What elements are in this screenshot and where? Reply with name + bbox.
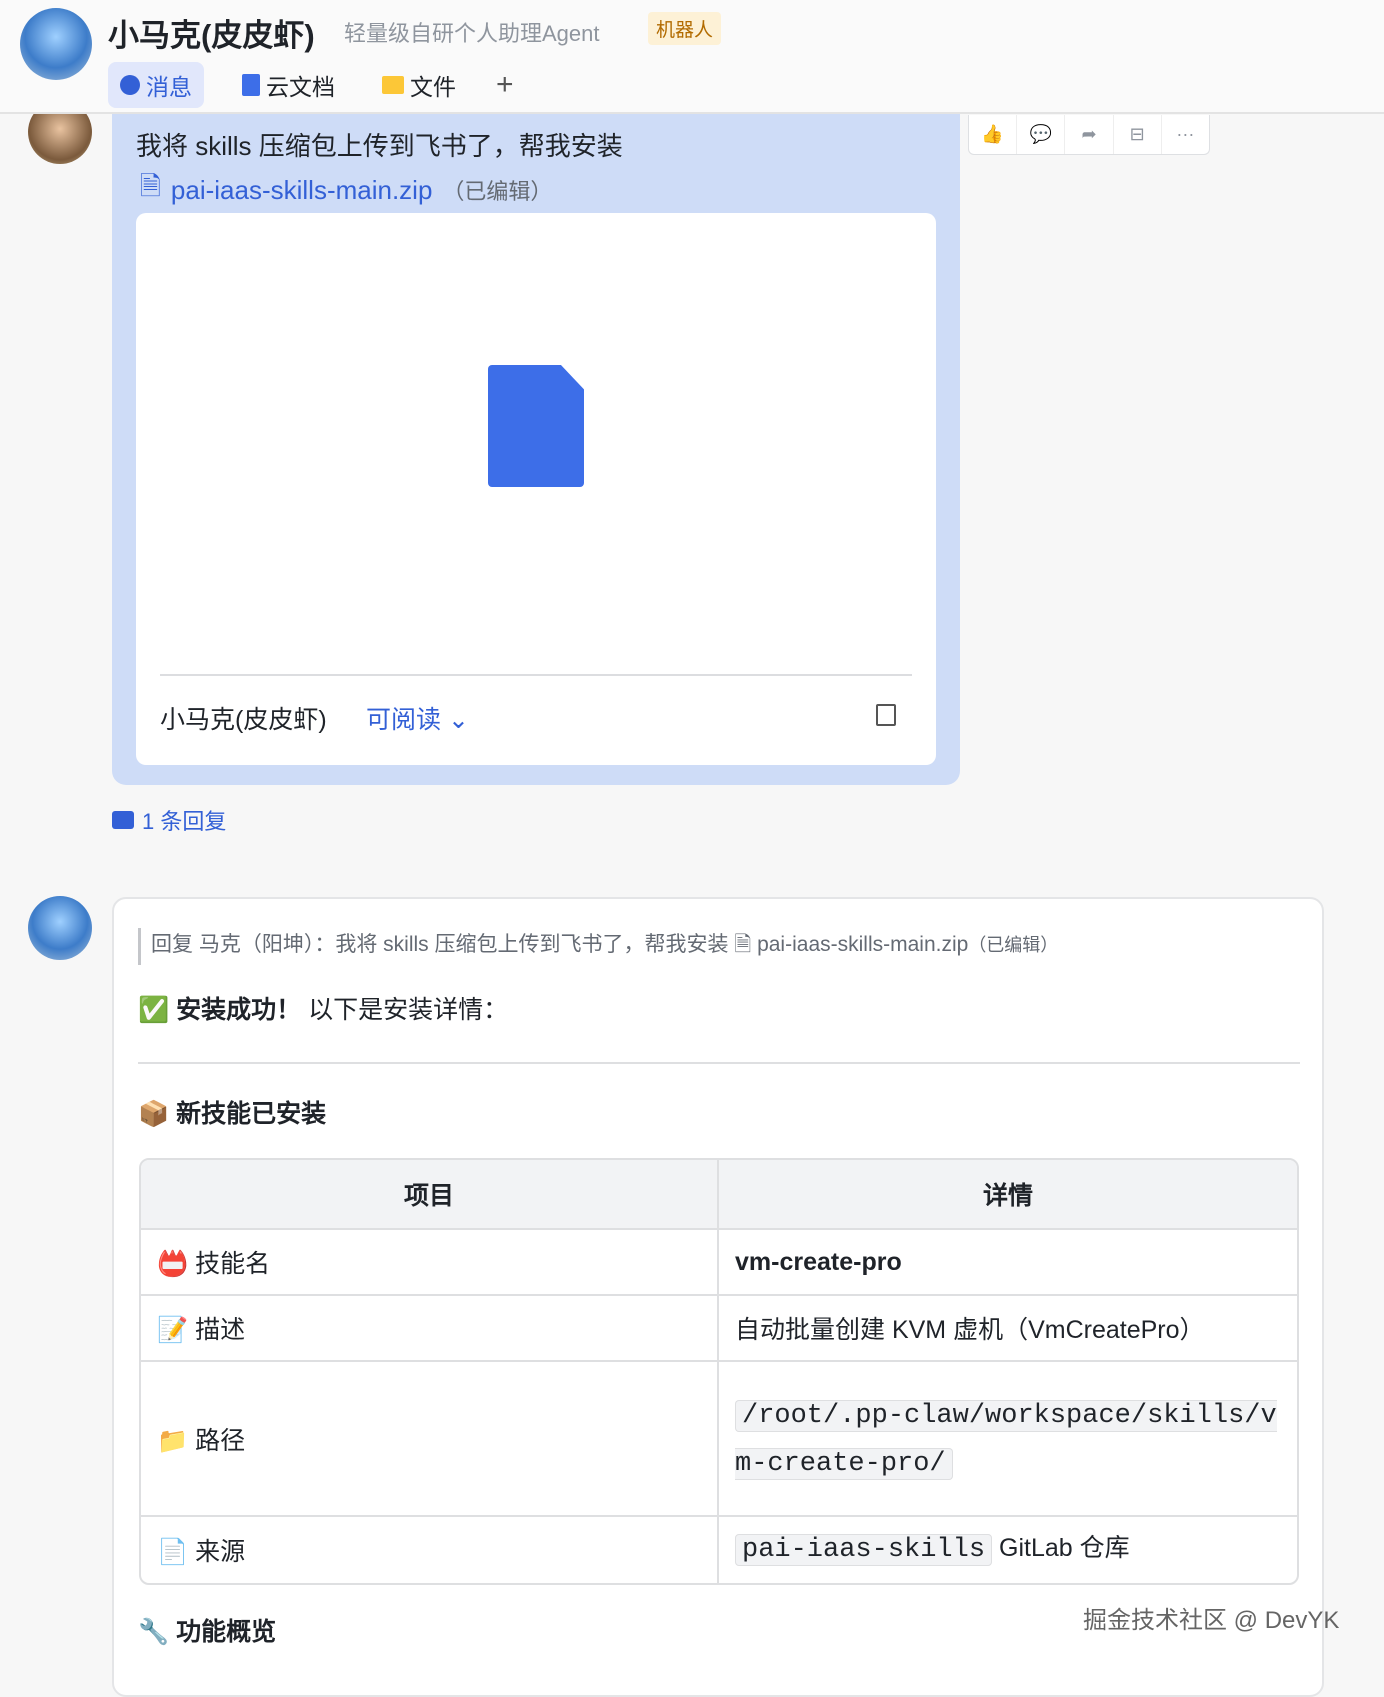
section-heading: 🔧 功能概览	[138, 1612, 276, 1648]
section-heading: 📦 新技能已安装	[138, 1094, 326, 1130]
quote-file: pai-iaas-skills-main.zip	[757, 933, 969, 956]
row-value: 自动批量创建 KVM 虚机（VmCreatePro）	[735, 1316, 1205, 1344]
memo-icon: 📝	[157, 1316, 189, 1344]
chat-title: 小马克(皮皮虾)	[108, 18, 315, 53]
success-line: ✅ 安装成功！ 以下是安装详情：	[138, 990, 508, 1026]
reply-count: 1 条回复	[142, 809, 227, 834]
watermark: 掘金技术社区 @ DevYK	[1083, 1607, 1340, 1634]
edited-label: （已编辑）	[442, 179, 553, 204]
row-value: GitLab 仓库	[992, 1533, 1130, 1562]
page-icon: 📄	[157, 1538, 189, 1566]
forward-icon[interactable]: ➦	[1065, 115, 1114, 154]
table-row: 📛 技能名 vm-create-pro	[141, 1230, 1297, 1296]
package-icon: 📦	[138, 1100, 170, 1128]
skill-table: 项目 详情 📛 技能名 vm-create-pro 📝 描述 自动批量创建 KVM 虚…	[139, 1158, 1299, 1585]
path-code: /root/.pp-claw/workspace/skills/vm-creat…	[735, 1399, 1277, 1480]
reply-quote[interactable]: 回复 马克（阳坤）：我将 skills 压缩包上传到飞书了，帮我安装 🗎 pai…	[138, 928, 1058, 965]
folder-icon	[382, 76, 404, 94]
divider	[138, 1062, 1300, 1064]
row-key: 路径	[195, 1426, 246, 1455]
heading-text: 功能概览	[176, 1618, 277, 1646]
tab-messages[interactable]: 消息	[108, 62, 204, 108]
thumbs-up-icon[interactable]: 👍	[969, 115, 1018, 154]
row-value: vm-create-pro	[735, 1247, 902, 1276]
folder-icon: 📁	[157, 1426, 189, 1455]
comment-icon[interactable]: 💬	[1017, 115, 1066, 154]
row-key: 描述	[195, 1316, 246, 1344]
comment-icon	[112, 811, 134, 829]
permission-dropdown[interactable]: 可阅读 ⌄	[366, 700, 469, 736]
chat-header: 小马克(皮皮虾) 轻量级自研个人助理Agent 机器人 消息 云文档 文件 +	[0, 0, 1384, 114]
table-row: 📄 来源 pai-iaas-skills GitLab 仓库	[141, 1517, 1297, 1583]
file-owner: 小马克(皮皮虾)	[160, 706, 327, 734]
check-icon: ✅	[138, 996, 170, 1024]
message-text: 我将 skills 压缩包上传到飞书了，帮我安装	[136, 131, 623, 161]
file-card[interactable]	[136, 213, 936, 765]
name-badge-icon: 📛	[157, 1250, 189, 1278]
copy-icon[interactable]	[876, 704, 896, 726]
edited-label: （已编辑）	[968, 935, 1059, 955]
file-link[interactable]: 🗎 pai-iaas-skills-main.zip （已编辑）	[140, 168, 552, 212]
wrench-icon: 🔧	[138, 1618, 170, 1646]
tab-label: 文件	[410, 74, 456, 100]
tab-label: 云文档	[266, 74, 335, 100]
pin-icon[interactable]: ⊟	[1114, 115, 1162, 154]
heading-text: 新技能已安装	[176, 1100, 327, 1128]
doc-icon	[242, 74, 260, 96]
table-row: 📝 描述 自动批量创建 KVM 虚机（VmCreatePro）	[141, 1296, 1297, 1362]
table-row: 📁 路径/root/.pp-claw/workspace/skills/vm-c…	[141, 1362, 1297, 1517]
quote-text: 回复 马克（阳坤）：我将 skills 压缩包上传到飞书了，帮我安装	[151, 933, 729, 956]
row-key: 技能名	[195, 1250, 271, 1278]
tab-label: 消息	[146, 74, 192, 100]
divider	[160, 674, 912, 676]
bot-avatar[interactable]	[20, 8, 92, 80]
success-text: 以下是安装详情：	[308, 996, 509, 1024]
zip-file-icon	[488, 365, 584, 487]
tab-docs[interactable]: 云文档	[230, 62, 347, 108]
chat-subtitle: 轻量级自研个人助理Agent	[344, 21, 600, 46]
row-key: 来源	[195, 1538, 246, 1566]
file-icon: 🗎	[734, 933, 752, 956]
reply-thread-link[interactable]: 1 条回复	[112, 804, 226, 836]
success-title: 安装成功！	[176, 996, 302, 1024]
file-name[interactable]: pai-iaas-skills-main.zip	[171, 175, 433, 206]
column-header: 项目	[141, 1160, 719, 1230]
more-icon[interactable]: ···	[1162, 115, 1209, 154]
add-tab-button[interactable]: +	[484, 62, 526, 108]
column-header: 详情	[719, 1160, 1297, 1230]
message-icon	[120, 75, 140, 95]
bot-avatar[interactable]	[28, 896, 92, 960]
file-icon: 🗎	[140, 171, 161, 201]
message-actions: 👍 💬 ➦ ⊟ ···	[968, 115, 1210, 155]
tab-files[interactable]: 文件	[370, 62, 468, 108]
source-code: pai-iaas-skills	[735, 1533, 993, 1566]
bot-badge: 机器人	[648, 12, 722, 45]
